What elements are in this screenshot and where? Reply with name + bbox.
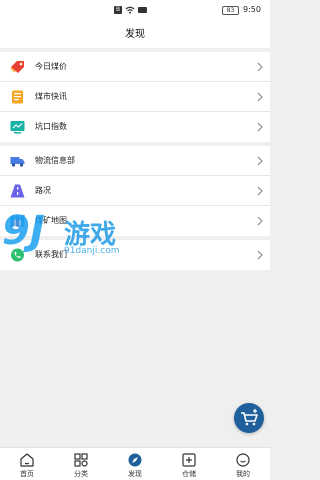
menu-item-label: 今日煤价 [35, 62, 67, 71]
tab-home[interactable]: 首页 [0, 448, 54, 480]
page-title: 发现 [125, 29, 145, 40]
chevron-right-icon [257, 250, 263, 260]
warehouse-icon [182, 453, 196, 467]
title-bar: 发现 [0, 22, 270, 48]
chevron-right-icon [257, 122, 263, 132]
tab-label: 首页 [20, 470, 34, 478]
profile-smile-icon [236, 453, 250, 467]
menu-item-label: 联系我们 [35, 250, 67, 259]
tab-label: 仓储 [182, 470, 196, 478]
menu-item-coal-price[interactable]: 今日煤价 [0, 52, 270, 82]
menu-item-label: 煤市快讯 [35, 92, 67, 101]
menu-item-label: 坑口指数 [35, 122, 67, 131]
menu-group-contact: 联系我们 [0, 240, 270, 270]
contact-phone-icon [11, 248, 24, 262]
bottom-tab-bar: 首页 分类 发现 仓储 我的 [0, 447, 270, 480]
menu-item-logistics-dept[interactable]: 物流信息部 [0, 146, 270, 176]
tab-profile[interactable]: 我的 [216, 448, 270, 480]
tab-warehouse[interactable]: 仓储 [162, 448, 216, 480]
home-icon [20, 453, 34, 467]
tab-label: 分类 [74, 470, 88, 478]
tab-category[interactable]: 分类 [54, 448, 108, 480]
index-chart-icon [10, 121, 25, 134]
menu-group-market: 今日煤价 煤市快讯 坑口指数 [0, 52, 270, 142]
truck-icon [10, 157, 25, 167]
menu-item-label: 物流信息部 [35, 156, 75, 165]
chevron-right-icon [257, 62, 263, 72]
chevron-right-icon [257, 156, 263, 166]
status-bar: B 83 9:50 [0, 0, 270, 22]
menu-item-label: 煤矿地图 [35, 216, 67, 225]
price-tag-icon [10, 61, 24, 73]
battery-indicator: 83 [222, 6, 239, 15]
menu-item-market-news[interactable]: 煤市快讯 [0, 82, 270, 112]
tab-label: 我的 [236, 470, 250, 478]
menu-item-label: 路况 [35, 186, 51, 195]
chevron-right-icon [257, 186, 263, 196]
map-icon [10, 214, 25, 228]
tab-label: 发现 [128, 470, 142, 478]
menu-group-logistics: 物流信息部 路况 煤矿地图 [0, 146, 270, 236]
cart-icon [241, 409, 258, 426]
category-grid-icon [74, 453, 88, 467]
chevron-right-icon [257, 92, 263, 102]
menu-item-mine-map[interactable]: 煤矿地图 [0, 206, 270, 236]
tab-discover[interactable]: 发现 [108, 448, 162, 480]
discover-compass-icon [128, 453, 142, 467]
menu-item-pit-index[interactable]: 坑口指数 [0, 112, 270, 142]
menu-item-contact-us[interactable]: 联系我们 [0, 240, 270, 270]
status-time: 9:50 [243, 5, 261, 14]
status-icons: B [114, 6, 147, 14]
sim-icon [138, 7, 147, 13]
chevron-right-icon [257, 216, 263, 226]
wifi-icon [125, 6, 135, 14]
road-icon [10, 184, 25, 198]
cart-fab-button[interactable] [234, 403, 264, 433]
bluetooth-icon: B [114, 6, 122, 14]
news-document-icon [12, 90, 23, 104]
menu-item-road-conditions[interactable]: 路况 [0, 176, 270, 206]
